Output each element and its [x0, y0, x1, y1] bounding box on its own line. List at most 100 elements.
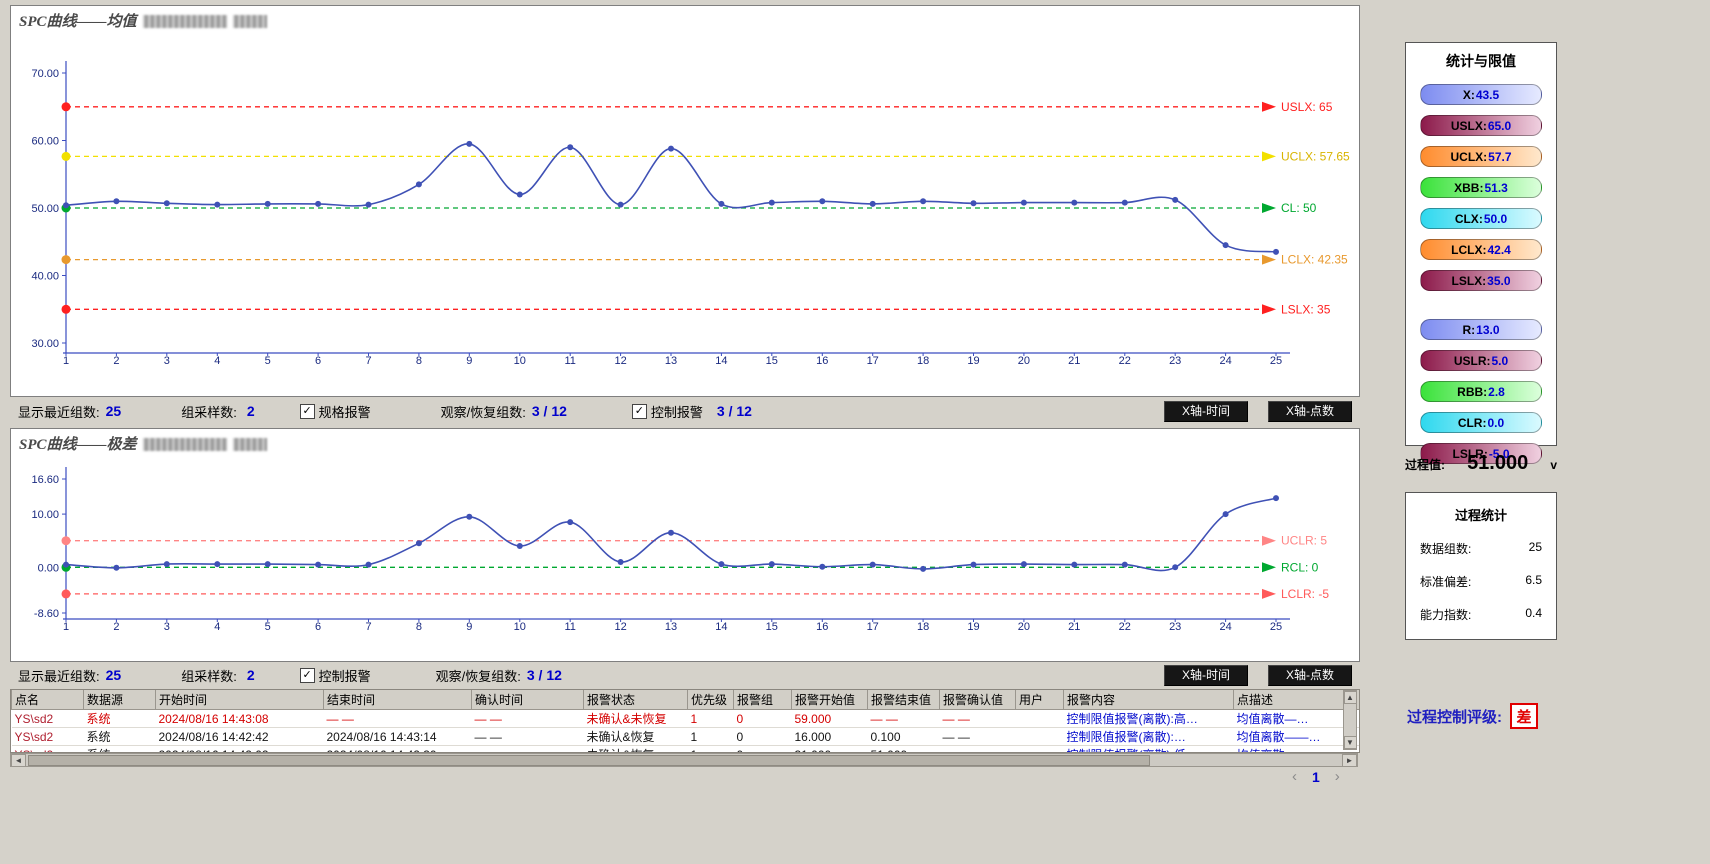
table-vertical-scrollbar[interactable]: ▲ ▼ [1343, 690, 1357, 750]
alarm-cell: 59.000 [792, 710, 868, 728]
watch-recover-label: 观察/恢复组数: [436, 666, 521, 685]
x-axis-time-button[interactable]: X轴-时间 [1164, 401, 1248, 422]
watch-recover-value: 3 / 12 [527, 667, 562, 683]
x-tick-label: 15 [766, 621, 778, 633]
alarm-cell: 均值离散—… [1234, 746, 1360, 754]
redacted-text [233, 15, 267, 28]
x-tick-label: 11 [564, 621, 575, 633]
x-tick-label: 9 [466, 621, 472, 633]
alarm-cell: 未确认&未恢复 [584, 710, 688, 728]
alarm-cell: 系统 [84, 710, 156, 728]
x-tick-label: 23 [1169, 621, 1181, 633]
column-header[interactable]: 优先级 [688, 690, 734, 710]
column-header[interactable]: 报警结束值 [868, 690, 940, 710]
spc-monitor-window: SPC曲线——均值 70.0060.0050.0040.0030.0012345… [0, 0, 1710, 864]
alarm-row[interactable]: YS\sd2系统2024/08/16 14:42:022024/08/16 14… [12, 746, 1360, 754]
data-point [113, 198, 119, 204]
limit-dot-USLX [62, 102, 71, 111]
column-header[interactable]: 报警确认值 [940, 690, 1016, 710]
column-header[interactable]: 报警状态 [584, 690, 688, 710]
x-tick-label: 20 [1018, 355, 1030, 367]
x-tick-label: 25 [1270, 621, 1282, 633]
alarm-row[interactable]: YS\sd2系统2024/08/16 14:42:422024/08/16 14… [12, 728, 1360, 746]
data-point [214, 561, 220, 567]
scroll-left-icon[interactable]: ◄ [11, 754, 26, 767]
column-header[interactable]: 报警内容 [1064, 690, 1234, 710]
recent-groups-value: 25 [106, 667, 122, 683]
watch-recover-label: 观察/恢复组数: [441, 402, 526, 421]
prev-page-icon[interactable]: ‹ [1292, 768, 1297, 785]
column-header[interactable]: 报警组 [734, 690, 792, 710]
mean-chart-controls: 显示最近组数: 25 组采样数: 2 ✓ 规格报警 观察/恢复组数: 3 / 1… [10, 398, 1358, 424]
limit-arrow-icon [1262, 102, 1276, 112]
stat-pill-CLR: CLR:0.0 [1420, 412, 1542, 433]
x-axis-time-button[interactable]: X轴-时间 [1164, 665, 1248, 686]
table-horizontal-scrollbar[interactable]: ◄ ► [10, 753, 1358, 767]
data-point [870, 201, 876, 207]
x-tick-label: 21 [1068, 355, 1080, 367]
data-point [63, 562, 69, 568]
column-header[interactable]: 点描述 [1234, 690, 1360, 710]
data-point [618, 559, 624, 565]
scroll-down-icon[interactable]: ▼ [1344, 736, 1357, 749]
scroll-up-icon[interactable]: ▲ [1344, 691, 1357, 704]
data-point [718, 561, 724, 567]
control-alarm-checkbox[interactable]: ✓ [300, 668, 315, 683]
alarm-cell: 控制限值报警(离散):高… [1064, 710, 1234, 728]
x-tick-label: 13 [665, 621, 677, 633]
data-point [1223, 242, 1229, 248]
stat-pill-USLX: USLX:65.0 [1420, 115, 1542, 136]
mean-chart-title-text: SPC曲线——均值 [19, 14, 137, 30]
limit-label-LCLR: LCLR: -5 [1281, 587, 1329, 601]
mean-chart-canvas: 70.0060.0050.0040.0030.00123456789101112… [11, 6, 1359, 396]
limit-dot-UCLR [62, 536, 71, 545]
x-axis-points-button[interactable]: X轴-点数 [1268, 401, 1352, 422]
data-point [870, 562, 876, 568]
limit-label-LSLX: LSLX: 35 [1281, 302, 1331, 316]
limit-arrow-icon [1262, 203, 1276, 213]
x-tick-label: 3 [164, 355, 170, 367]
data-point [1172, 197, 1178, 203]
process-value-row: 过程值: 51.000 v [1405, 452, 1557, 475]
control-alarm-checkbox[interactable]: ✓ [632, 404, 647, 419]
spec-alarm-label: 规格报警 [319, 402, 371, 421]
stat-pill-R: R:13.0 [1420, 319, 1542, 340]
x-tick-label: 14 [715, 621, 727, 633]
column-header[interactable]: 点名 [12, 690, 84, 710]
alarm-cell: 系统 [84, 728, 156, 746]
scrollbar-thumb[interactable] [28, 755, 1150, 766]
next-page-icon[interactable]: › [1335, 768, 1340, 785]
data-point [265, 201, 271, 207]
stat-pill-list: X:43.5USLX:65.0UCLX:57.7XBB:51.3CLX:50.0… [1406, 84, 1556, 464]
control-alarm-label: 控制报警 [651, 402, 703, 421]
scroll-right-icon[interactable]: ► [1342, 754, 1357, 767]
stats-limits-panel: 统计与限值 X:43.5USLX:65.0UCLX:57.7XBB:51.3CL… [1405, 42, 1557, 446]
alarm-cell: YS\sd2 [12, 710, 84, 728]
data-point [1223, 511, 1229, 517]
spec-alarm-checkbox[interactable]: ✓ [300, 404, 315, 419]
column-header[interactable]: 数据源 [84, 690, 156, 710]
x-tick-label: 16 [816, 355, 828, 367]
column-header[interactable]: 结束时间 [324, 690, 472, 710]
alarm-cell: 系统 [84, 746, 156, 754]
x-axis-points-button[interactable]: X轴-点数 [1268, 665, 1352, 686]
y-tick-label: -8.60 [34, 608, 59, 620]
recent-groups-value: 25 [106, 403, 122, 419]
check-icon: ✓ [303, 670, 312, 681]
column-header[interactable]: 确认时间 [472, 690, 584, 710]
column-header[interactable]: 报警开始值 [792, 690, 868, 710]
data-point [819, 564, 825, 570]
y-tick-label: 40.00 [31, 271, 59, 283]
alarm-row[interactable]: YS\sd2系统2024/08/16 14:43:08— —— —未确认&未恢复… [12, 710, 1360, 728]
x-tick-label: 10 [514, 621, 526, 633]
process-stats-panel: 过程统计 数据组数:25标准偏差:6.5能力指数:0.4 [1405, 492, 1557, 640]
limit-label-USLX: USLX: 65 [1281, 100, 1333, 114]
sample-count-value: 2 [247, 667, 255, 683]
x-tick-label: 11 [564, 355, 575, 367]
mean-chart-title: SPC曲线——均值 [19, 10, 267, 31]
column-header[interactable]: 用户 [1016, 690, 1064, 710]
x-tick-label: 17 [867, 355, 879, 367]
data-point [718, 201, 724, 207]
x-tick-label: 5 [265, 355, 271, 367]
column-header[interactable]: 开始时间 [156, 690, 324, 710]
